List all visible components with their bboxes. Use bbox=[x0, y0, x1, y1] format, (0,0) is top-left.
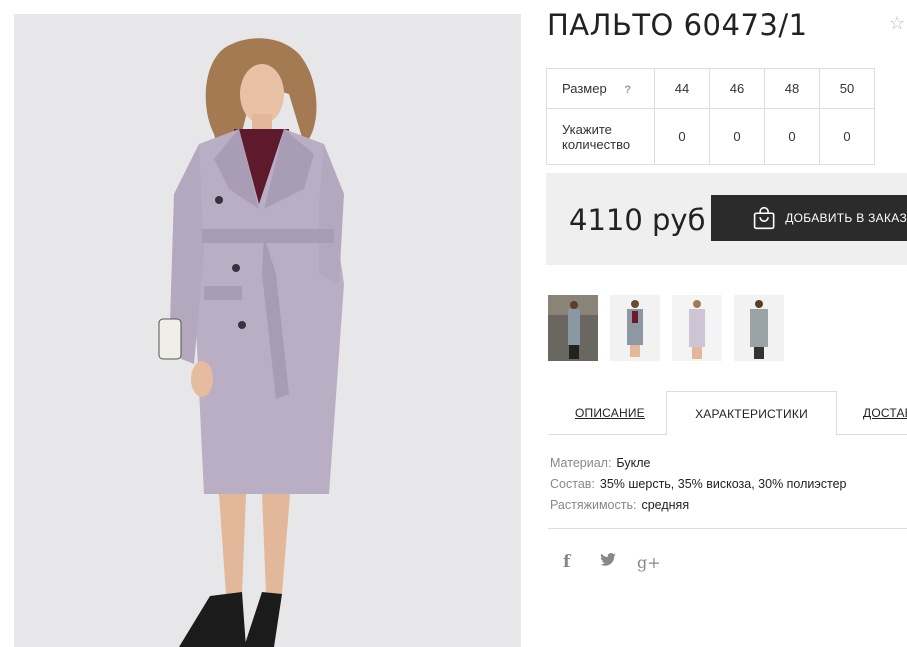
social-share: f g+ bbox=[563, 552, 661, 572]
tab-characteristics[interactable]: ХАРАКТЕРИСТИКИ bbox=[666, 391, 837, 436]
tab-delivery[interactable]: ДОСТАВКА bbox=[863, 391, 907, 435]
price-box: 4110 руб ДОБАВИТЬ В ЗАКАЗ bbox=[546, 173, 907, 265]
quantity-input-48[interactable]: 0 bbox=[764, 108, 820, 165]
thumbnail-strip bbox=[548, 295, 784, 361]
quantity-input-44[interactable]: 0 bbox=[654, 108, 710, 165]
price: 4110 руб bbox=[569, 203, 706, 237]
add-to-order-label: ДОБАВИТЬ В ЗАКАЗ bbox=[785, 211, 907, 225]
spec-key: Состав: bbox=[550, 477, 595, 491]
spec-row: Материал: Букле bbox=[550, 453, 847, 474]
size-50: 50 bbox=[819, 68, 875, 109]
star-icon[interactable]: ☆ bbox=[889, 14, 905, 32]
spec-value: Букле bbox=[616, 456, 651, 470]
shopping-bag-icon bbox=[753, 206, 775, 230]
thumbnail-4[interactable] bbox=[734, 295, 784, 361]
quantity-input-50[interactable]: 0 bbox=[819, 108, 875, 165]
facebook-icon[interactable]: f bbox=[563, 552, 600, 572]
google-plus-icon[interactable]: g+ bbox=[637, 553, 661, 572]
thumbnail-2[interactable] bbox=[610, 295, 660, 361]
quantity-input-46[interactable]: 0 bbox=[709, 108, 765, 165]
spec-row: Состав: 35% шерсть, 35% вискоза, 30% поли… bbox=[550, 474, 847, 495]
thumbnail-3[interactable] bbox=[672, 295, 722, 361]
quantity-row: Укажите количество 0 0 0 0 bbox=[546, 108, 875, 165]
info-tabs: ОПИСАНИЕ ХАРАКТЕРИСТИКИ ДОСТАВКА bbox=[548, 391, 907, 436]
product-title: ПАЛЬТО 60473/1 bbox=[547, 8, 808, 42]
size-row: Размер ? 44 46 48 50 bbox=[546, 68, 875, 109]
size-label: Размер bbox=[562, 81, 607, 96]
size-46: 46 bbox=[709, 68, 765, 109]
spec-value: 35% шерсть, 35% вискоза, 30% полиэстер bbox=[599, 477, 847, 491]
size-44: 44 bbox=[654, 68, 710, 109]
add-to-order-button[interactable]: ДОБАВИТЬ В ЗАКАЗ bbox=[711, 195, 907, 241]
thumbnail-1[interactable] bbox=[548, 295, 598, 361]
spec-key: Растяжимость: bbox=[550, 498, 637, 512]
spec-row: Растяжимость: средняя bbox=[550, 495, 847, 516]
twitter-icon[interactable] bbox=[600, 553, 637, 571]
size-48: 48 bbox=[764, 68, 820, 109]
spec-key: Материал: bbox=[550, 456, 612, 470]
main-product-photo[interactable] bbox=[14, 14, 521, 647]
quantity-label: Укажите количество bbox=[546, 108, 655, 165]
spec-value: средняя bbox=[641, 498, 690, 512]
divider bbox=[548, 528, 907, 529]
size-label-cell: Размер ? bbox=[546, 68, 655, 109]
help-icon[interactable]: ? bbox=[624, 84, 631, 96]
tab-description[interactable]: ОПИСАНИЕ bbox=[575, 391, 645, 435]
characteristics-list: Материал: Букле Состав: 35% шерсть, 35% ви… bbox=[550, 453, 847, 516]
size-quantity-table: Размер ? 44 46 48 50 Укажите количество … bbox=[546, 68, 875, 165]
